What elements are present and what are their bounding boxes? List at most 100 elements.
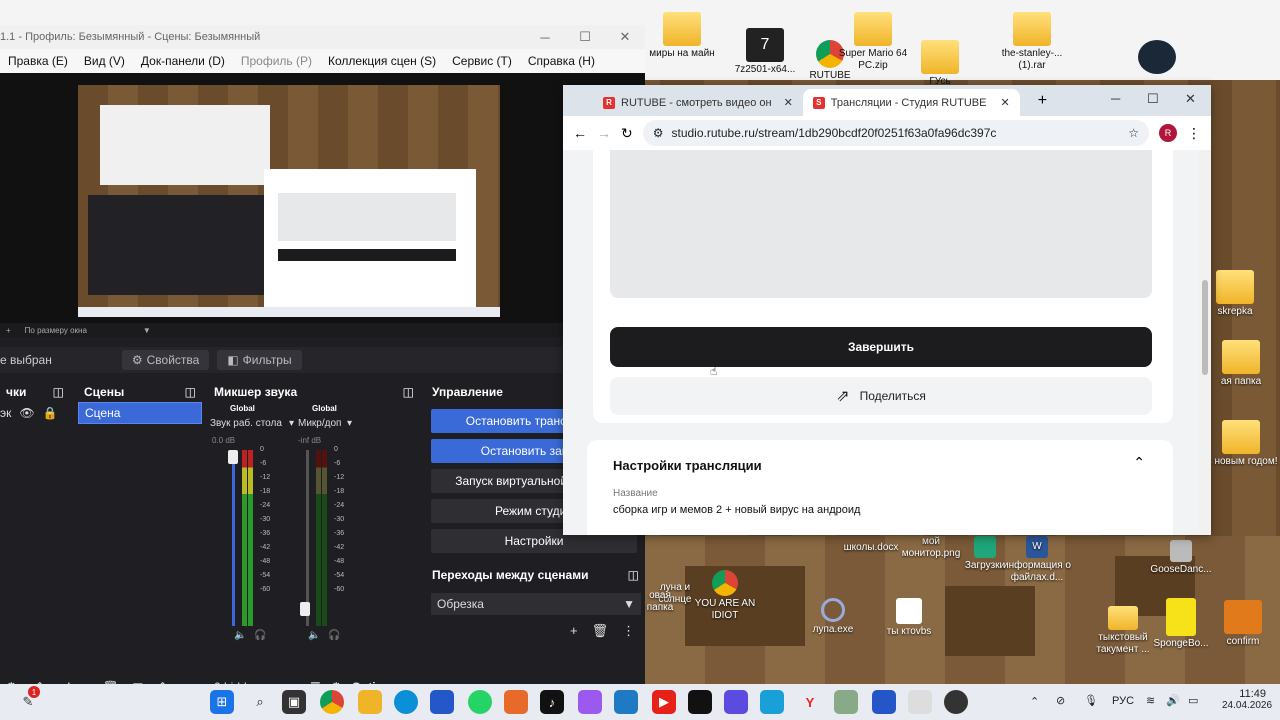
chevron-up-icon[interactable]: ⌃ (1030, 695, 1039, 708)
minimize-icon[interactable]: ─ (1111, 91, 1120, 106)
photos-icon[interactable] (614, 690, 638, 714)
app-icon[interactable] (908, 690, 932, 714)
search-icon[interactable]: ⌕ (248, 690, 272, 714)
source-item[interactable]: эк 👁 🔒 (0, 402, 70, 424)
maximize-icon[interactable]: ☐ (1147, 91, 1159, 107)
desktop-icon-new-year[interactable]: С новым годом! (1202, 420, 1280, 468)
back-icon[interactable]: ← (573, 125, 587, 141)
minimize-icon[interactable]: ─ (525, 30, 565, 45)
fader-handle[interactable] (228, 450, 238, 464)
maximize-icon[interactable]: ☐ (565, 29, 605, 45)
fader-handle[interactable] (300, 602, 310, 616)
app-icon[interactable] (724, 690, 748, 714)
volume-icon[interactable]: 🔊 (1166, 694, 1180, 707)
desktop-icon-worlds[interactable]: миры на майн (643, 12, 721, 60)
desktop-icon-steam[interactable] (1118, 40, 1196, 76)
close-tab-icon[interactable]: ✕ (1000, 96, 1009, 109)
chevron-down-icon[interactable]: ▾ (347, 418, 352, 429)
bookmark-star-icon[interactable]: ☆ (1128, 126, 1139, 140)
properties-button[interactable]: ⚙ Свойства (121, 350, 210, 370)
tab-rutube[interactable]: R RUTUBE - смотреть видео он ✕ (593, 89, 803, 116)
app-icon[interactable] (688, 690, 712, 714)
app-icon[interactable] (834, 690, 858, 714)
obs-preview[interactable] (0, 73, 645, 323)
scrollbar-thumb[interactable] (1202, 280, 1208, 375)
close-tab-icon[interactable]: ✕ (784, 96, 793, 109)
trash-icon[interactable]: 🗑 (592, 623, 609, 639)
wifi-icon[interactable]: ≋ (1146, 694, 1155, 707)
more-vertical-icon[interactable]: ⋮ (622, 623, 635, 639)
desktop-icon-goosedance[interactable]: GooseDanc... (1142, 540, 1220, 576)
store-icon[interactable] (430, 690, 454, 714)
mixer-channel-desktop[interactable]: Звук раб. стола ▾ (210, 418, 294, 429)
add-icon[interactable]: + (6, 326, 11, 335)
menu-help[interactable]: Справка (H) (520, 54, 603, 68)
youtube-icon[interactable]: ▶ (652, 690, 676, 714)
obs-icon[interactable] (944, 690, 968, 714)
desktop-icon-confirm[interactable]: confirm (1204, 600, 1280, 648)
menu-edit[interactable]: Правка (E) (0, 54, 76, 68)
menu-profile[interactable]: Профиль (P) (233, 54, 320, 68)
chevron-up-icon[interactable]: ⌃ (1133, 454, 1145, 471)
chevron-down-icon[interactable]: ▾ (289, 418, 294, 429)
preview-scale-label[interactable]: По размеру окна (25, 326, 87, 335)
tab-rutube-studio[interactable]: S Трансляции - Студия RUTUBE ✕ (802, 89, 1020, 116)
yandex-icon[interactable]: Y (798, 690, 822, 714)
mixer-channel-mic[interactable]: Микр/доп ▾ (298, 418, 352, 429)
undock-icon[interactable]: ◫ (185, 385, 196, 399)
app-icon[interactable] (872, 690, 896, 714)
close-icon[interactable]: ✕ (605, 29, 645, 45)
scene-item[interactable]: Сцена (78, 402, 202, 424)
headphones-icon[interactable]: 🎧 (328, 630, 340, 641)
clock[interactable]: 11:49 24.04.2026 (1222, 688, 1272, 711)
desktop-icon-stanley[interactable]: the-stanley-... (1).rar (993, 12, 1071, 72)
profile-avatar[interactable]: R (1159, 124, 1177, 142)
tiktok-icon[interactable]: ♪ (540, 690, 564, 714)
filters-button[interactable]: ◧ Фильтры (217, 350, 302, 370)
menu-scene-collection[interactable]: Коллекция сцен (S) (320, 54, 444, 68)
desktop-icon-new-folder-2[interactable]: овая папка (640, 590, 680, 614)
menu-docks[interactable]: Док-панели (D) (133, 54, 233, 68)
headphones-icon[interactable]: 🎧 (254, 630, 266, 641)
lock-icon[interactable]: 🔒 (43, 406, 58, 420)
eye-icon[interactable]: 👁 (19, 406, 34, 420)
menu-tools[interactable]: Сервис (T) (444, 54, 520, 68)
stream-name-value[interactable]: сборка игр и мемов 2 + новый вирус на ан… (613, 504, 860, 516)
network-off-icon[interactable]: ⊘ (1056, 694, 1065, 707)
app-icon[interactable] (578, 690, 602, 714)
desktop-icon-file-info[interactable]: W информация о файлах.d... (998, 536, 1076, 584)
microphone-icon[interactable]: 🎙 (1084, 694, 1098, 707)
page-scrollbar[interactable] (1199, 150, 1211, 535)
desktop-icon-new-folder[interactable]: ая папка (1202, 340, 1280, 388)
windows-start-icon[interactable]: ⊞ (210, 690, 234, 714)
more-vertical-icon[interactable]: ⋮ (1187, 125, 1201, 142)
file-explorer-icon[interactable] (358, 690, 382, 714)
forward-icon[interactable]: → (597, 125, 611, 141)
app-icon[interactable] (760, 690, 784, 714)
chevron-down-icon[interactable]: ▼ (143, 326, 151, 335)
app-icon[interactable] (504, 690, 528, 714)
share-button[interactable]: ⇗ Поделиться (610, 377, 1152, 415)
language-indicator[interactable]: РУС (1112, 695, 1134, 707)
desktop-icon-lupa[interactable]: лупа.exe (794, 598, 872, 636)
menu-view[interactable]: Вид (V) (76, 54, 133, 68)
volume-fader-desktop[interactable] (232, 450, 235, 626)
desktop-icon-you-are-an-idiot[interactable]: YOU ARE AN IDIOT (686, 570, 764, 622)
transition-select[interactable]: Обрезка ▼ (431, 593, 641, 615)
undock-icon[interactable]: ◫ (53, 385, 64, 399)
desktop-icon-goose-folder[interactable]: ГУсь (901, 40, 979, 88)
whatsapp-icon[interactable] (468, 690, 492, 714)
battery-icon[interactable]: ▭ (1188, 694, 1198, 707)
edge-icon[interactable] (394, 690, 418, 714)
volume-fader-mic[interactable] (306, 450, 309, 626)
undock-icon[interactable]: ◫ (403, 385, 414, 399)
new-tab-icon[interactable]: + (1038, 92, 1047, 110)
finish-stream-button[interactable]: Завершить (610, 327, 1152, 367)
add-icon[interactable]: + (570, 623, 578, 639)
chrome-icon[interactable] (320, 690, 344, 714)
desktop-icon-who-are-you[interactable]: ты ктоvbs (870, 598, 948, 638)
site-info-icon[interactable]: ⚙ (653, 126, 664, 140)
speaker-icon[interactable]: 🔈 (234, 630, 246, 641)
url-field[interactable]: ⚙ studio.rutube.ru/stream/1db290bcdf20f0… (642, 120, 1149, 146)
undock-icon[interactable]: ◫ (628, 568, 639, 582)
